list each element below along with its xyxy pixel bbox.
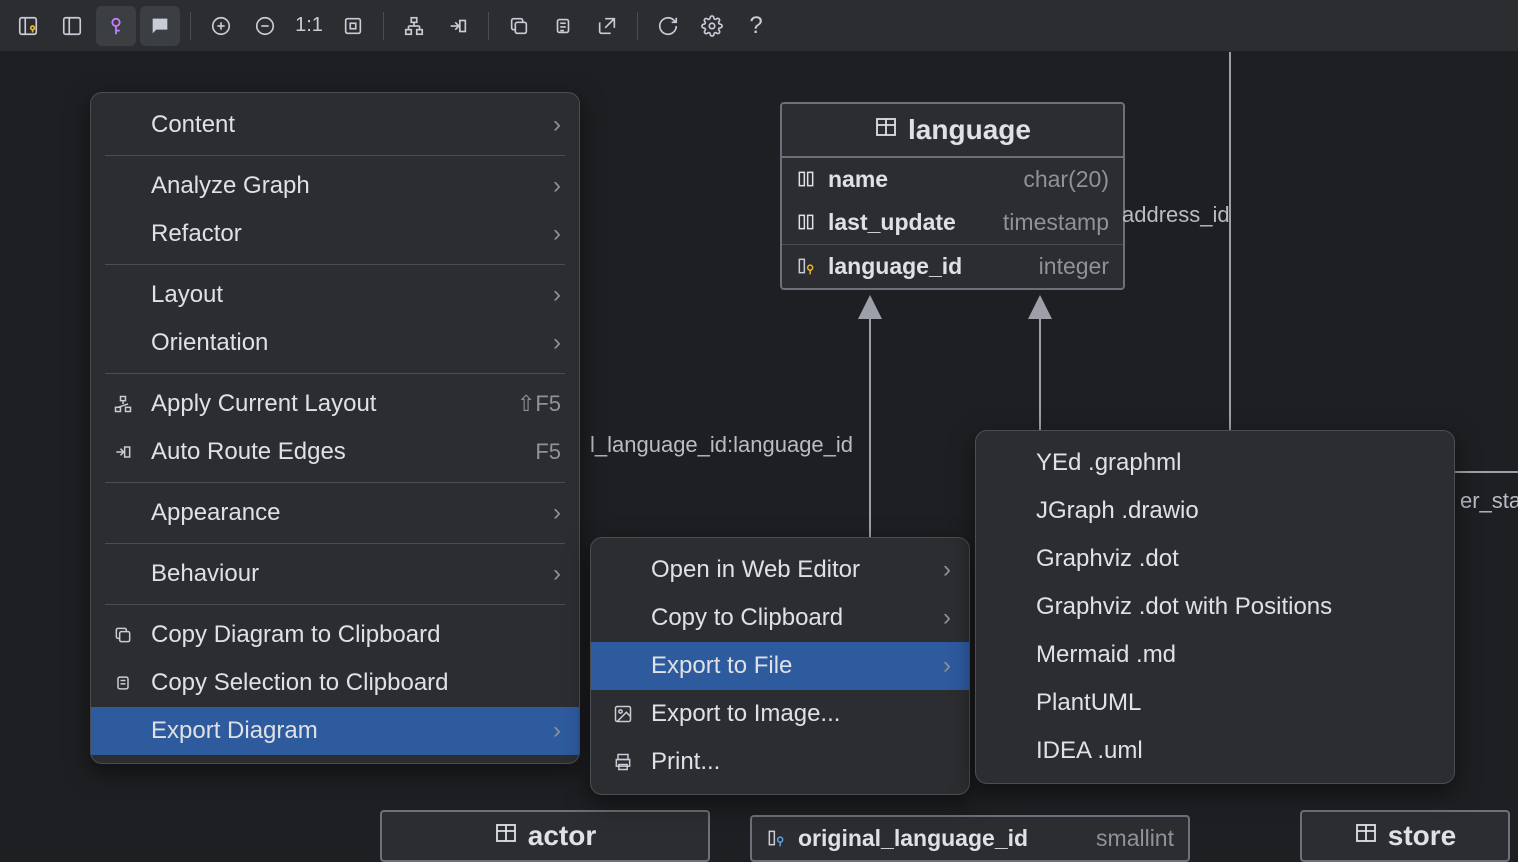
zoom-in-icon[interactable]: [201, 6, 241, 46]
edge-label-staff: er_staff_: [1460, 488, 1518, 514]
menu-export-to-image[interactable]: Export to Image...: [591, 690, 969, 738]
menu-auto-route-edges[interactable]: Auto Route EdgesF5: [91, 428, 579, 476]
menu-analyze-graph[interactable]: Analyze Graph›: [91, 162, 579, 210]
chevron-right-icon: ›: [553, 281, 561, 309]
tree-layout-icon: [109, 394, 137, 414]
export-format-submenu: YEd .graphml JGraph .drawio Graphviz .do…: [975, 430, 1455, 784]
menu-content[interactable]: Content›: [91, 101, 579, 149]
chevron-right-icon: ›: [553, 329, 561, 357]
copy-diagram-icon[interactable]: [499, 6, 539, 46]
menu-export-diagram[interactable]: Export Diagram›: [91, 707, 579, 755]
menu-copy-clipboard[interactable]: Copy to Clipboard›: [591, 594, 969, 642]
menu-yed-graphml[interactable]: YEd .graphml: [976, 439, 1454, 487]
chevron-right-icon: ›: [943, 604, 951, 632]
chevron-right-icon: ›: [553, 172, 561, 200]
menu-separator: [105, 155, 565, 156]
menu-appearance[interactable]: Appearance›: [91, 489, 579, 537]
chevron-right-icon: ›: [943, 652, 951, 680]
route-icon: [109, 442, 137, 462]
diagram-canvas[interactable]: language name char(20) last_update times…: [0, 52, 1518, 850]
menu-open-web-editor[interactable]: Open in Web Editor›: [591, 546, 969, 594]
key-icon[interactable]: [96, 6, 136, 46]
entity-column-pk: language_id integer: [782, 244, 1123, 288]
entity-title: language: [908, 114, 1031, 146]
toolbar-separator: [190, 12, 191, 40]
export-submenu: Open in Web Editor› Copy to Clipboard› E…: [590, 537, 970, 795]
menu-refactor[interactable]: Refactor›: [91, 210, 579, 258]
image-icon: [609, 704, 637, 724]
menu-export-to-file[interactable]: Export to File›: [591, 642, 969, 690]
panel-left-icon[interactable]: [52, 6, 92, 46]
menu-copy-diagram[interactable]: Copy Diagram to Clipboard: [91, 611, 579, 659]
help-icon[interactable]: ?: [736, 6, 776, 46]
menu-separator: [105, 373, 565, 374]
edge-label-address-id: address_id: [1122, 202, 1230, 228]
menu-copy-selection[interactable]: Copy Selection to Clipboard: [91, 659, 579, 707]
route-edges-icon[interactable]: [438, 6, 478, 46]
toolbar-separator: [637, 12, 638, 40]
chevron-right-icon: ›: [553, 560, 561, 588]
menu-separator: [105, 264, 565, 265]
context-menu: Content› Analyze Graph› Refactor› Layout…: [90, 92, 580, 764]
chevron-right-icon: ›: [553, 717, 561, 745]
foreign-key-icon: [766, 828, 788, 850]
menu-graphviz-dot-positions[interactable]: Graphviz .dot with Positions: [976, 583, 1454, 631]
copy-selection-icon: [109, 673, 137, 693]
chevron-right-icon: ›: [553, 220, 561, 248]
export-icon[interactable]: [587, 6, 627, 46]
zoom-out-icon[interactable]: [245, 6, 285, 46]
menu-jgraph-drawio[interactable]: JGraph .drawio: [976, 487, 1454, 535]
menu-mermaid-md[interactable]: Mermaid .md: [976, 631, 1454, 679]
entity-column: last_update timestamp: [782, 201, 1123, 244]
primary-key-icon: [796, 256, 818, 278]
panel-left-key-icon[interactable]: [8, 6, 48, 46]
layout-tree-icon[interactable]: [394, 6, 434, 46]
copy-selection-icon[interactable]: [543, 6, 583, 46]
copy-icon: [109, 625, 137, 645]
menu-graphviz-dot[interactable]: Graphviz .dot: [976, 535, 1454, 583]
comment-icon[interactable]: [140, 6, 180, 46]
entity-partial-row[interactable]: original_language_id smallint: [750, 815, 1190, 862]
menu-idea-uml[interactable]: IDEA .uml: [976, 727, 1454, 775]
entity-header: language: [782, 104, 1123, 158]
chevron-right-icon: ›: [943, 556, 951, 584]
chevron-right-icon: ›: [553, 499, 561, 527]
table-icon: [1354, 820, 1378, 852]
entity-actor[interactable]: actor: [380, 810, 710, 862]
edge-label-language-id: l_language_id:language_id: [590, 432, 853, 458]
toolbar: 1:1 ?: [0, 0, 1518, 52]
column-icon: [796, 169, 818, 191]
toolbar-separator: [488, 12, 489, 40]
zoom-actual-button[interactable]: 1:1: [289, 6, 329, 46]
fit-content-icon[interactable]: [333, 6, 373, 46]
menu-separator: [105, 604, 565, 605]
toolbar-separator: [383, 12, 384, 40]
menu-print[interactable]: Print...: [591, 738, 969, 786]
table-icon: [874, 114, 898, 146]
entity-language[interactable]: language name char(20) last_update times…: [780, 102, 1125, 290]
column-icon: [796, 212, 818, 234]
menu-layout[interactable]: Layout›: [91, 271, 579, 319]
table-icon: [494, 820, 518, 852]
settings-icon[interactable]: [692, 6, 732, 46]
menu-apply-current-layout[interactable]: Apply Current Layout⇧F5: [91, 380, 579, 428]
print-icon: [609, 752, 637, 772]
refresh-icon[interactable]: [648, 6, 688, 46]
menu-separator: [105, 543, 565, 544]
menu-plantuml[interactable]: PlantUML: [976, 679, 1454, 727]
chevron-right-icon: ›: [553, 111, 561, 139]
menu-separator: [105, 482, 565, 483]
menu-behaviour[interactable]: Behaviour›: [91, 550, 579, 598]
menu-orientation[interactable]: Orientation›: [91, 319, 579, 367]
entity-column: name char(20): [782, 158, 1123, 201]
entity-store[interactable]: store: [1300, 810, 1510, 862]
